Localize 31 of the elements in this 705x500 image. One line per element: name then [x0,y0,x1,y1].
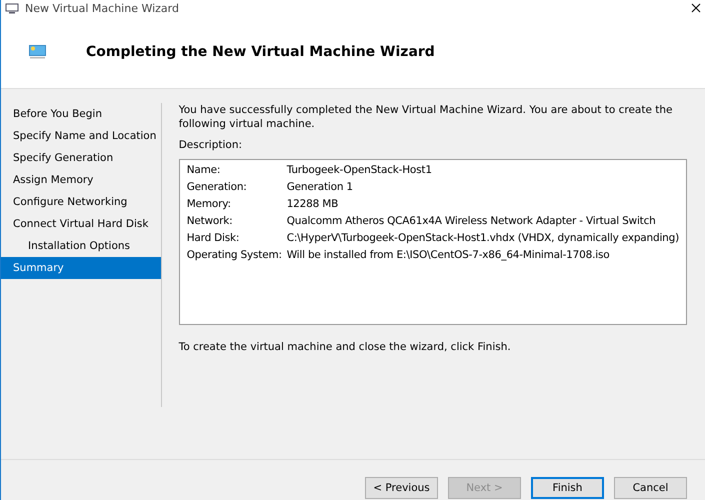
description-label: Description: [178,139,244,151]
property-name: Hard Disk: [186,232,240,246]
property-value: 12288 MB [286,198,340,212]
step-item[interactable]: Installation Options [1,235,161,257]
property-value: Will be installed from E:\ISO\CentOS-7-x86_64-Minimal-1708.iso [286,249,610,263]
step-item[interactable]: Specify Name and Location [1,125,161,147]
step-item[interactable]: Connect Virtual Hard Disk [1,213,161,235]
finish-instruction: To create the virtual machine and close the wizard, click Finish. [178,341,512,353]
step-item[interactable]: Specify Generation [1,147,161,169]
intro-text: You have successfully completed the New Virtual Machine Wizard. You are about to create the following virtual machine. [178,103,674,131]
property-name: Name: [186,164,222,178]
property-name: Memory: [186,198,232,212]
page-heading: Completing the New Virtual Machine Wizard [86,44,435,60]
window-title: New Virtual Machine Wizard [25,2,179,14]
property-value: Turbogeek-OpenStack-Host1 [286,164,433,178]
monitor-icon [5,2,19,14]
step-item[interactable]: Summary [1,257,161,279]
property-name: Network: [186,215,234,229]
property-name: Generation: [186,181,248,195]
step-item[interactable]: Configure Networking [1,191,161,213]
wizard-button[interactable]: < Previous [365,477,438,499]
property-value: C:\HyperV\Turbogeek-OpenStack-Host1.vhdx (VHDX, dynamically expanding) [286,232,679,246]
property-name: Operating System: [186,249,283,263]
close-icon[interactable] [691,3,701,13]
step-item[interactable]: Before You Begin [1,103,161,125]
wizard-button[interactable]: Cancel [614,477,687,499]
property-value: Qualcomm Atheros QCA61x4A Wireless Network Adapter - Virtual Switch [286,215,657,229]
property-value: Generation 1 [286,181,354,195]
virtual-machine-icon [29,45,46,59]
step-item[interactable]: Assign Memory [1,169,161,191]
wizard-button[interactable]: Finish [531,477,604,499]
